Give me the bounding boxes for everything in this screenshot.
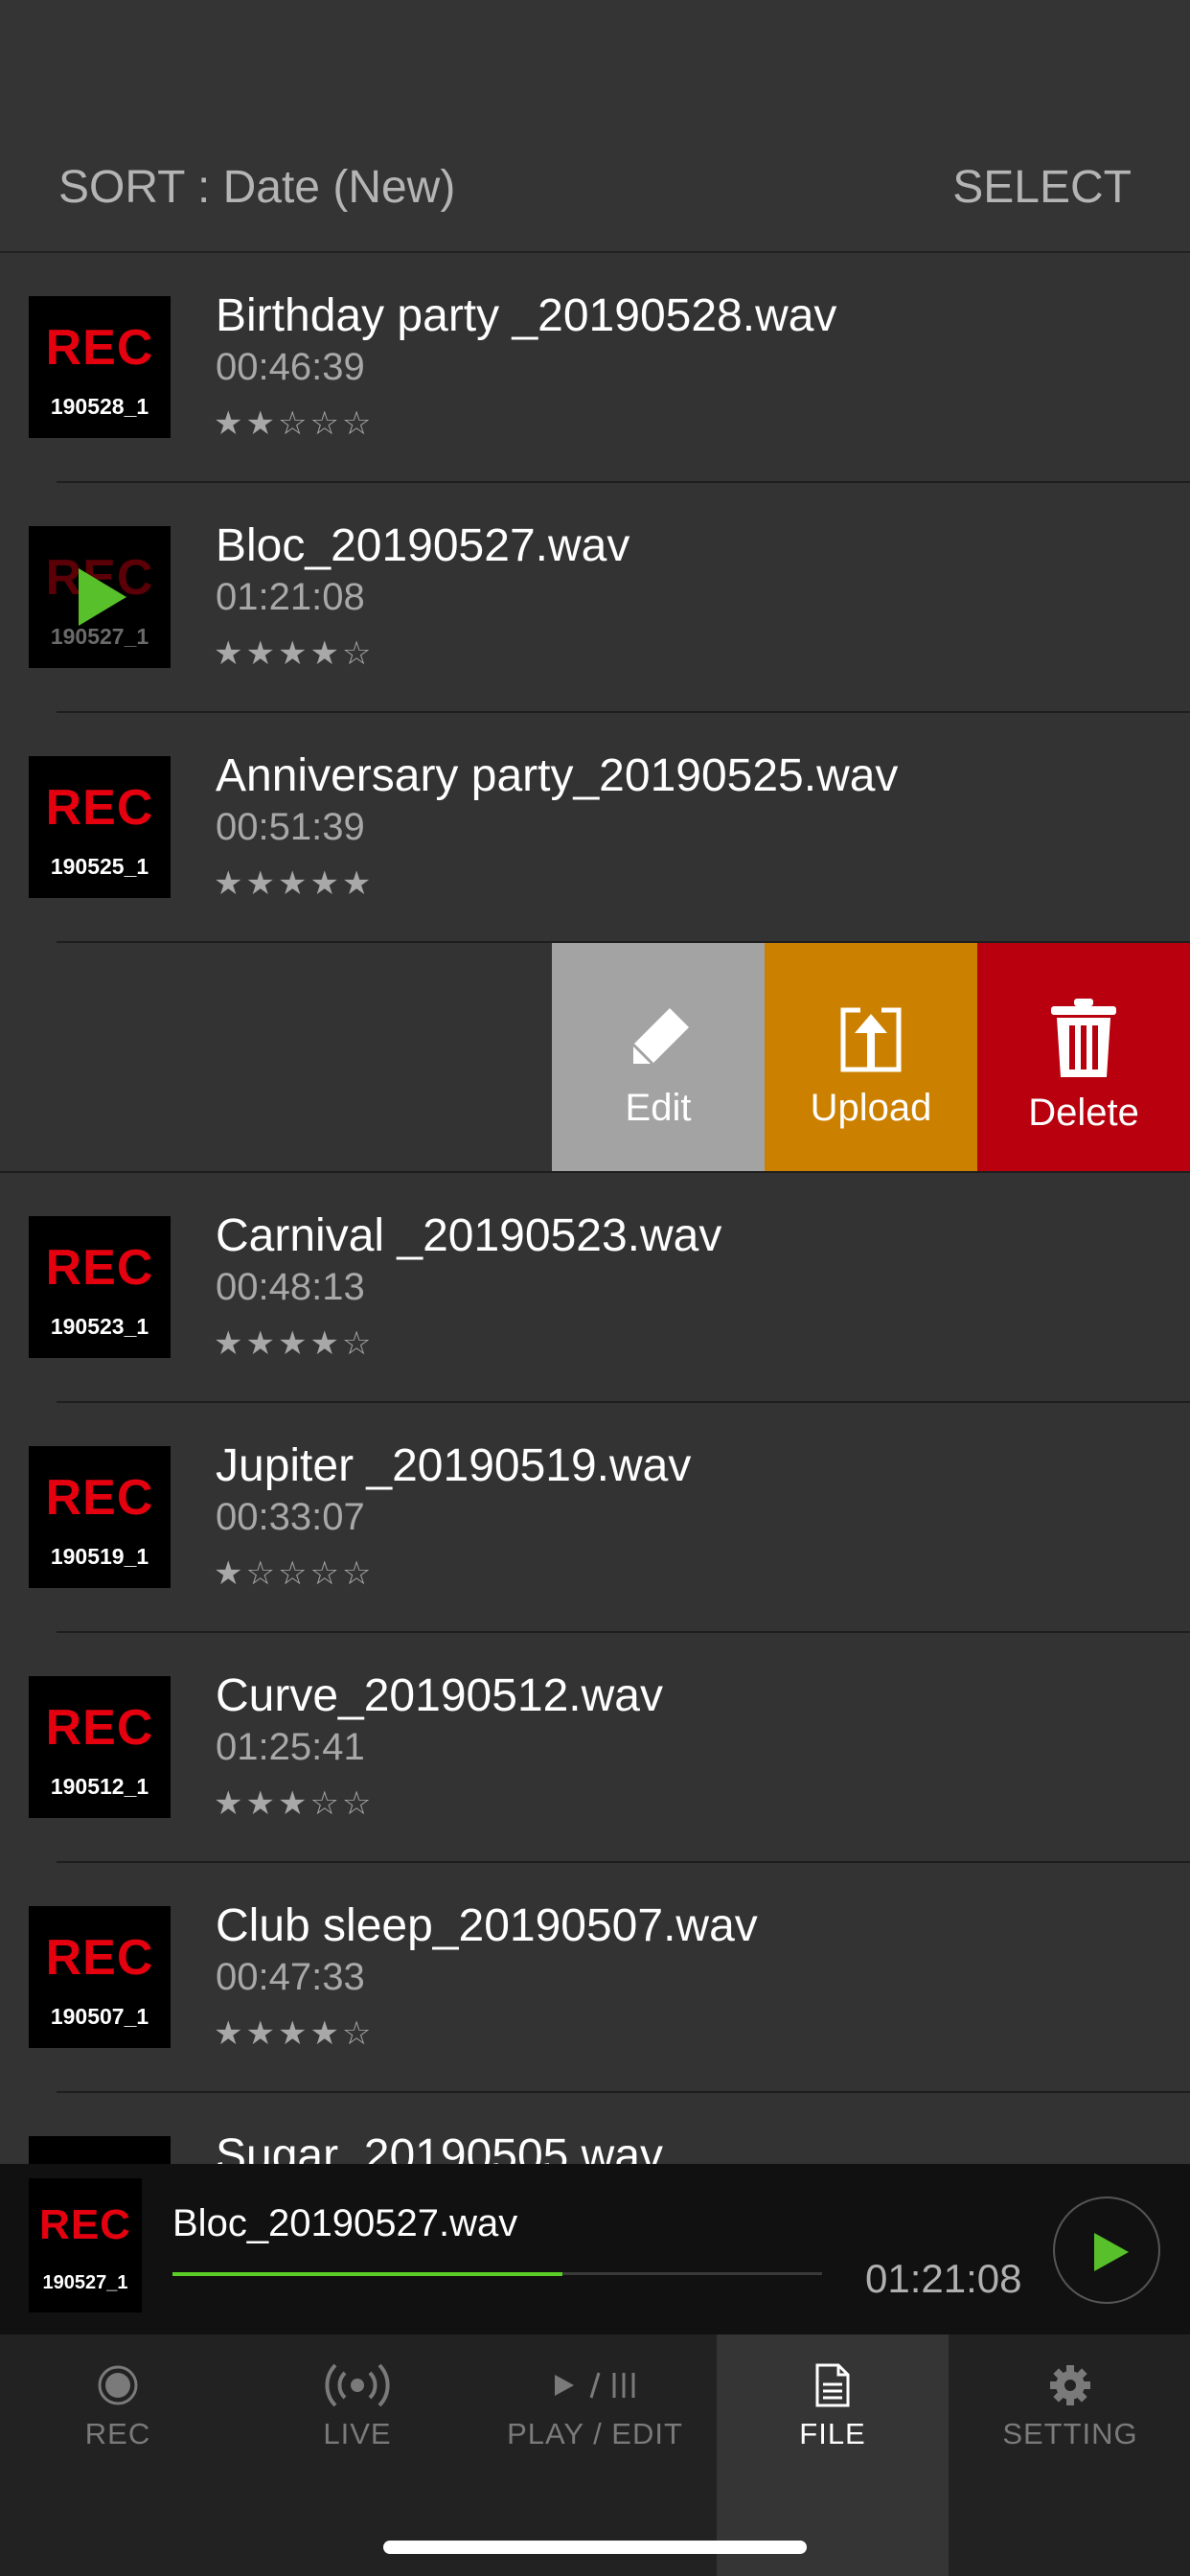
file-row[interactable]: REC 190523_1 Carnival _20190523.wav 00:4… [0, 1173, 1190, 1403]
upload-action-button[interactable]: Upload [765, 943, 977, 1171]
file-row[interactable]: REC 190507_1 Club sleep_20190507.wav 00:… [0, 1863, 1190, 2093]
thumbnail-code: 190525_1 [50, 854, 149, 879]
playing-indicator-icon [79, 568, 126, 626]
file-row[interactable]: REC 190512_1 Curve_20190512.wav 01:25:41… [0, 1633, 1190, 1863]
star-rating[interactable]: ★★☆☆☆ [214, 404, 374, 443]
star-rating[interactable]: ★★★★☆ [214, 1324, 374, 1363]
tab-rec-label: REC [84, 2417, 151, 2450]
file-duration: 00:47:33 [216, 1956, 365, 1998]
file-title: Anniversary party_20190525.wav [216, 750, 899, 801]
file-title: Birthday party _20190528.wav [216, 290, 837, 341]
file-thumbnail: REC 190507_1 [29, 1906, 171, 2048]
tab-setting[interactable]: SETTING [954, 2334, 1186, 2576]
file-title: Jupiter _20190519.wav [216, 1440, 692, 1491]
star-rating[interactable]: ★★★★★ [214, 864, 374, 903]
edit-label: Edit [625, 1087, 692, 1129]
delete-label: Delete [1028, 1092, 1139, 1134]
thumbnail-rec-text: REC [45, 1700, 154, 1756]
upload-icon [840, 1007, 902, 1072]
file-thumbnail: REC 190512_1 [29, 1676, 171, 1818]
player-thumbnail: REC 190527_1 [29, 2178, 142, 2312]
file-title: Curve_20190512.wav [216, 1670, 663, 1721]
file-thumbnail: REC 190519_1 [29, 1446, 171, 1588]
thumbnail-rec-text: REC [45, 320, 154, 376]
thumbnail-code: 190527_1 [42, 2272, 128, 2293]
sort-button[interactable]: SORT : Date (New) [58, 161, 455, 214]
mini-player[interactable]: REC 190527_1 Bloc_20190527.wav 01:21:08 [0, 2164, 1190, 2334]
tab-file-label: FILE [799, 2417, 866, 2450]
file-duration: 01:21:08 [216, 576, 365, 618]
thumbnail-rec-text: REC [45, 780, 154, 836]
file-thumbnail: REC 190528_1 [29, 296, 171, 438]
select-button[interactable]: SELECT [952, 161, 1132, 214]
file-thumbnail: REC 190523_1 [29, 1216, 171, 1358]
broadcast-icon [241, 2361, 473, 2409]
file-duration: 00:46:39 [216, 346, 365, 388]
star-rating[interactable]: ★★★★☆ [214, 634, 374, 673]
swipe-actions-row: Edit Upload Delete [0, 943, 1190, 1173]
thumbnail-code: 190528_1 [50, 394, 149, 419]
delete-action-button[interactable]: Delete [977, 943, 1190, 1171]
tab-play-edit-label: PLAY / EDIT [507, 2417, 683, 2450]
file-row[interactable]: REC 190527_1 Bloc_20190527.wav 01:21:08 … [0, 483, 1190, 713]
thumbnail-code: 190527_1 [50, 624, 149, 649]
thumbnail-code: 190519_1 [50, 1544, 149, 1569]
file-title: Carnival _20190523.wav [216, 1210, 722, 1261]
thumbnail-code: 190512_1 [50, 1774, 149, 1799]
file-duration: 00:48:13 [216, 1266, 365, 1308]
trash-icon [1051, 999, 1116, 1077]
star-rating[interactable]: ★★★★☆ [214, 2014, 374, 2053]
play-edit-icon [479, 2361, 711, 2409]
file-row[interactable]: REC 190525_1 Anniversary party_20190525.… [0, 713, 1190, 943]
tab-live-label: LIVE [323, 2417, 392, 2450]
file-thumbnail: REC 190525_1 [29, 756, 171, 898]
file-duration: 01:25:41 [216, 1726, 365, 1768]
progress-bar[interactable] [172, 2272, 822, 2276]
thumbnail-rec-text: REC [45, 1930, 154, 1986]
file-thumbnail: REC 190527_1 [29, 526, 171, 668]
upload-label: Upload [810, 1087, 932, 1129]
thumbnail-rec-text: REC [39, 2201, 131, 2248]
file-duration: 00:33:07 [216, 1496, 365, 1538]
file-row[interactable]: REC 190528_1 Birthday party _20190528.wa… [0, 253, 1190, 483]
progress-fill [172, 2272, 562, 2276]
edit-action-button[interactable]: Edit [552, 943, 765, 1171]
thumbnail-code: 190523_1 [50, 1314, 149, 1339]
tab-rec[interactable]: REC [2, 2334, 234, 2576]
file-row[interactable]: REC 190519_1 Jupiter _20190519.wav 00:33… [0, 1403, 1190, 1633]
tab-setting-label: SETTING [1002, 2417, 1138, 2450]
file-title: Bloc_20190527.wav [216, 520, 630, 571]
header: SORT : Date (New) SELECT [0, 0, 1190, 253]
play-button[interactable] [1053, 2196, 1160, 2304]
player-title: Bloc_20190527.wav [172, 2202, 518, 2244]
home-indicator[interactable] [383, 2541, 807, 2554]
player-time: 01:21:08 [865, 2256, 1022, 2301]
thumbnail-rec-text: REC [45, 1240, 154, 1296]
thumbnail-code: 190507_1 [50, 2004, 149, 2029]
thumbnail-rec-text: REC [45, 1470, 154, 1526]
file-title: Club sleep_20190507.wav [216, 1900, 758, 1951]
star-rating[interactable]: ★☆☆☆☆ [214, 1554, 374, 1593]
gear-icon [954, 2361, 1186, 2409]
play-icon [1094, 2233, 1129, 2271]
pencil-icon [631, 1008, 689, 1066]
star-rating[interactable]: ★★★☆☆ [214, 1784, 374, 1823]
record-icon [2, 2361, 234, 2409]
file-icon [717, 2361, 949, 2409]
file-duration: 00:51:39 [216, 806, 365, 848]
